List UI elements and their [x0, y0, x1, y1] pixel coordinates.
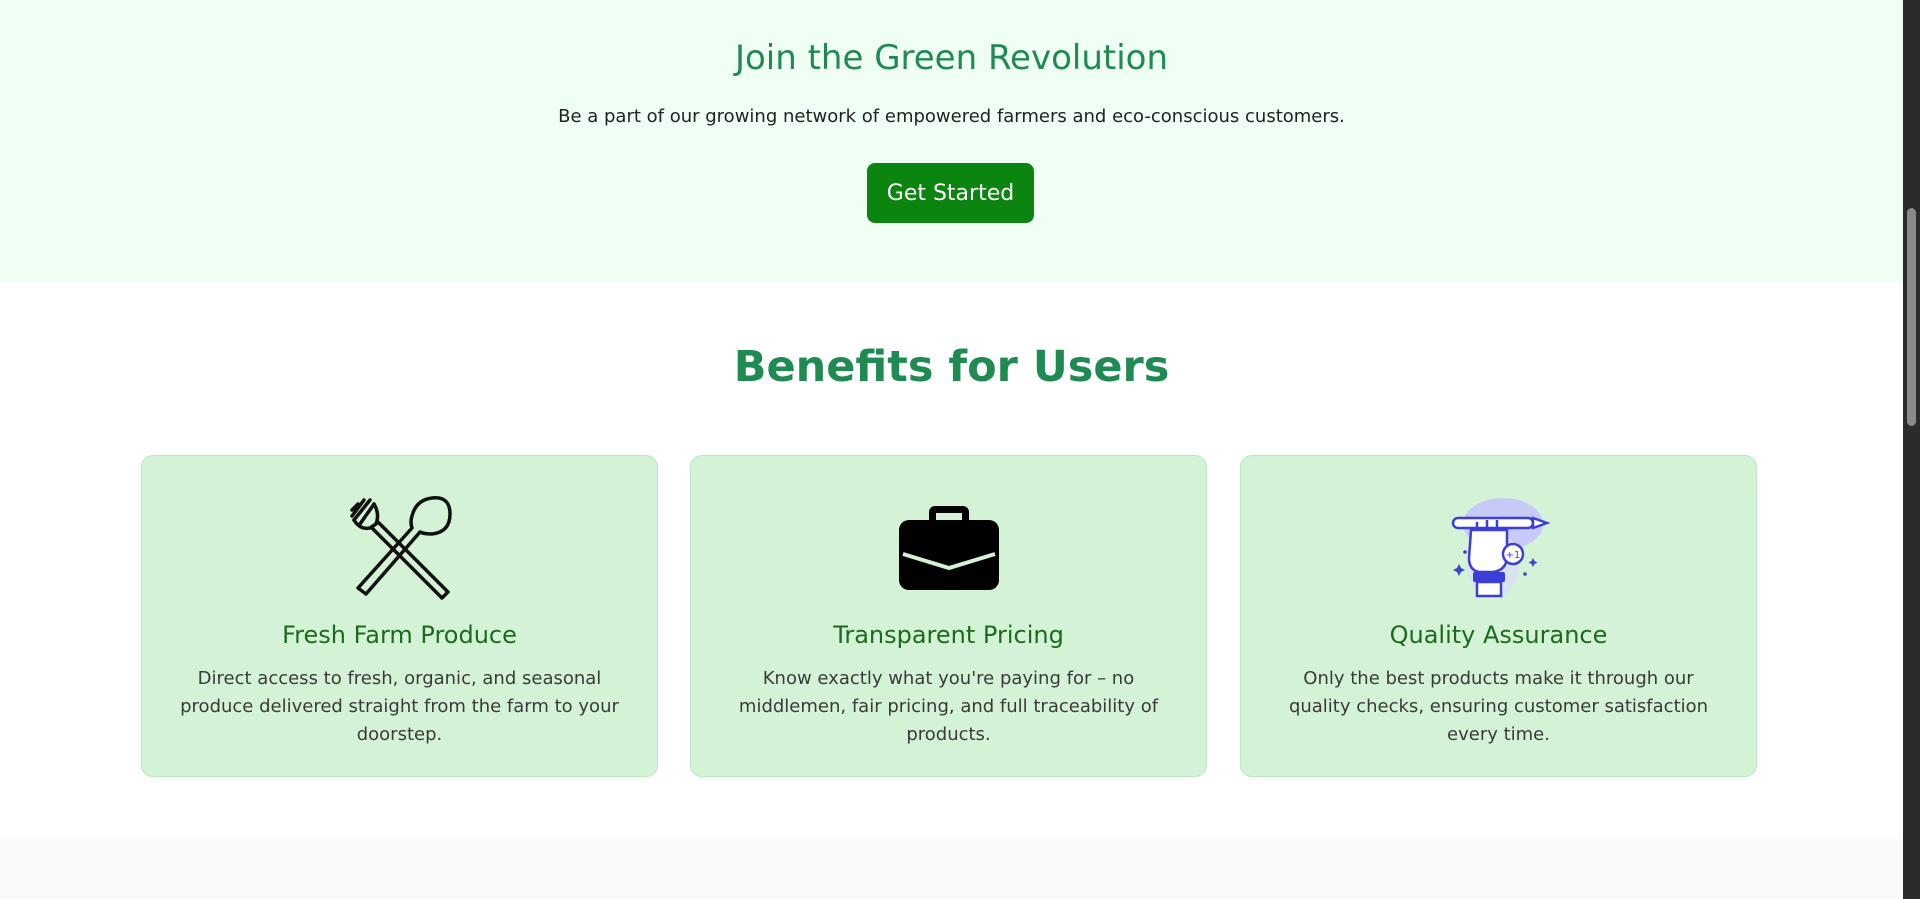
card-title: Quality Assurance: [1389, 621, 1608, 649]
card-title: Transparent Pricing: [833, 621, 1064, 649]
join-section: Join the Green Revolution Be a part of o…: [0, 0, 1903, 282]
benefit-card-transparent-pricing: Transparent Pricing Know exactly what yo…: [690, 455, 1207, 777]
card-title: Fresh Farm Produce: [282, 621, 517, 649]
vertical-scrollbar[interactable]: [1903, 0, 1920, 899]
get-started-button[interactable]: Get Started: [867, 163, 1034, 223]
card-text: Direct access to fresh, organic, and sea…: [180, 668, 619, 745]
join-subtitle: Be a part of our growing network of empo…: [558, 106, 1345, 127]
benefits-title: Benefits for Users: [733, 342, 1170, 392]
quality-hand-pen-icon: +1: [1241, 494, 1756, 602]
scrollbar-thumb[interactable]: [1907, 208, 1916, 426]
page: Join the Green Revolution Be a part of o…: [0, 0, 1903, 899]
join-title: Join the Green Revolution: [734, 38, 1169, 78]
benefit-card-quality-assurance: +1 Quality Assurance Only the best produ…: [1240, 455, 1757, 777]
svg-text:+1: +1: [1505, 550, 1520, 561]
card-text: Know exactly what you're paying for – no…: [738, 668, 1159, 745]
fork-spoon-icon: [142, 494, 657, 602]
next-section-band: [0, 839, 1903, 899]
briefcase-icon: [691, 494, 1206, 602]
card-text: Only the best products make it through o…: [1288, 668, 1709, 745]
benefit-card-fresh-produce: Fresh Farm Produce Direct access to fres…: [141, 455, 658, 777]
